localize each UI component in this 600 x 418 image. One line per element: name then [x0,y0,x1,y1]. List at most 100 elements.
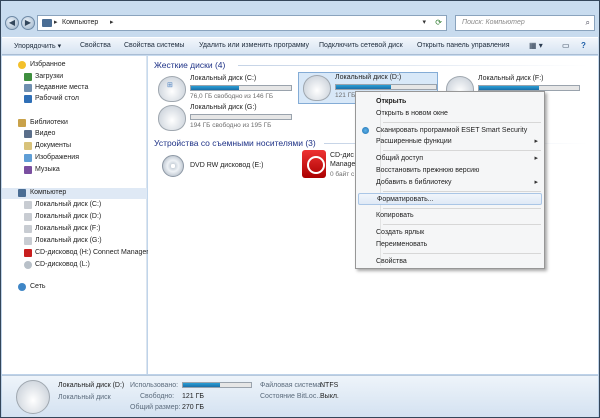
menu-add-to-library[interactable]: Добавить в библиотеку ▸ [358,177,542,189]
hard-disk-icon [158,105,186,131]
search-input[interactable]: Поиск: Компьютер ⌕ [455,15,595,31]
details-total-label: Общий размер: [130,404,181,411]
removable-group-header[interactable]: Устройства со съемными носителями (3) [154,138,316,148]
network-icon [18,283,26,291]
hdd-group-header[interactable]: Жесткие диски (4) [154,60,225,70]
properties-button[interactable]: Свойства [80,42,111,49]
address-bar[interactable]: ▸ Компьютер ▸ ▾ ⟳ [37,15,447,31]
search-icon[interactable]: ⌕ [586,18,590,28]
context-menu: Открыть Открыть в новом окне Сканировать… [355,91,545,269]
nav-disk-f[interactable]: Локальный диск (F:) [2,224,147,235]
menu-advanced[interactable]: Расширенные функции ▸ [358,136,542,148]
hard-disk-icon [16,380,50,414]
drive-c[interactable]: ⊞ Локальный диск (C:) 76,0 ГБ свободно и… [154,74,294,106]
details-used-label: Использовано: [130,382,179,389]
nav-disk-c[interactable]: Локальный диск (C:) [2,200,147,211]
menu-separator [383,150,541,151]
chevron-down-icon[interactable]: ▾ [422,18,426,26]
menu-create-shortcut[interactable]: Создать ярлык [358,227,542,239]
breadcrumb[interactable]: Компьютер [62,19,98,26]
nav-libraries[interactable]: Библиотеки [2,118,147,129]
nav-label: Локальный диск (D:) [35,213,102,220]
drive-usage-bar [335,84,437,90]
view-options-icon[interactable]: ▦ ▾ [529,41,543,50]
search-placeholder: Поиск: Компьютер [462,19,525,26]
system-properties-button[interactable]: Свойства системы [124,42,184,49]
drive-dvd-e[interactable]: DVD RW дисковод (E:) [154,152,294,184]
nav-label: Библиотеки [30,119,68,126]
nav-computer[interactable]: Компьютер [2,188,147,199]
nav-network[interactable]: Сеть [2,282,147,293]
nav-label: CD-дисковод (L:) [35,261,90,268]
usage-fill [336,85,391,89]
menu-open-new-window[interactable]: Открыть в новом окне [358,108,542,120]
downloads-icon [24,73,32,81]
drive-cd-h[interactable]: CD-дис Manage 0 байт с [298,150,358,182]
menu-label: Общий доступ [376,155,424,162]
command-bar: Упорядочить ▾ Свойства Свойства системы … [2,37,598,55]
menu-label: Копировать [376,212,414,219]
menu-restore-previous[interactable]: Восстановить прежнюю версию [358,165,542,177]
nav-label: Избранное [30,61,66,68]
drive-free-space: 194 ГБ свободно из 195 ГБ [190,122,272,129]
connect-manager-icon [24,249,32,257]
menu-open[interactable]: Открыть [358,96,542,108]
nav-label: Локальный диск (F:) [35,225,101,232]
nav-desktop[interactable]: Рабочий стол [2,94,147,105]
nav-label: Загрузки [35,73,64,80]
nav-cd-h[interactable]: CD-дисковод (H:) Connect Manager [2,248,149,259]
nav-label: Видео [35,130,56,137]
forward-button[interactable]: ▶ [21,16,35,30]
hard-disk-icon [24,213,32,221]
refresh-icon[interactable]: ⟳ [435,18,442,27]
menu-rename[interactable]: Переименовать [358,239,542,251]
drive-g[interactable]: Локальный диск (G:) 194 ГБ свободно из 1… [154,103,294,135]
drive-usage-bar [190,114,292,120]
nav-recent[interactable]: Недавние места [2,83,147,94]
nav-images[interactable]: Изображения [2,153,147,164]
drive-name: CD-дис [330,152,354,159]
menu-label: Открыть [376,98,407,105]
windows-logo-icon: ⊞ [167,82,173,89]
nav-downloads[interactable]: Загрузки [2,72,147,83]
menu-separator [383,224,541,225]
details-free-label: Свободно: [140,393,175,400]
menu-copy[interactable]: Копировать [358,210,542,222]
menu-properties[interactable]: Свойства [358,256,542,268]
preview-pane-icon[interactable]: ▭ [562,41,570,50]
nav-disk-d[interactable]: Локальный диск (D:) [2,212,147,223]
help-icon[interactable]: ? [581,41,586,50]
details-fs-value: NTFS [320,382,339,389]
menu-share[interactable]: Общий доступ ▸ [358,153,542,165]
details-usage-bar [182,382,252,388]
nav-cd-l[interactable]: CD-дисковод (L:) [2,260,147,271]
uninstall-program-button[interactable]: Удалить или изменить программу [199,42,309,49]
menu-label: Форматировать... [377,196,434,203]
navigation-pane: Избранное Загрузки Недавние места Рабочи… [2,56,149,374]
nav-disk-g[interactable]: Локальный диск (G:) [2,236,147,247]
nav-favorites[interactable]: Избранное [2,60,147,71]
drive-name: Manage [330,161,356,168]
menu-separator [383,208,541,209]
open-control-panel-button[interactable]: Открыть панель управления [417,42,510,49]
back-button[interactable]: ◀ [5,16,19,30]
menu-label: Переименовать [376,241,428,248]
drive-name: Локальный диск (C:) [190,75,257,82]
details-total-value: 270 ГБ [182,404,205,411]
menu-format[interactable]: Форматировать... [358,193,542,205]
details-pane: Локальный диск (D:) Локальный диск Испол… [2,375,598,417]
documents-icon [24,142,32,150]
usage-fill [479,86,539,90]
nav-documents[interactable]: Документы [2,141,147,152]
nav-music[interactable]: Музыка [2,165,147,176]
menu-label: Создать ярлык [376,229,425,236]
breadcrumb-chevron-icon[interactable]: ▸ [54,18,58,26]
address-row: ◀ ▶ ▸ Компьютер ▸ ▾ ⟳ Поиск: Компьютер ⌕ [5,15,595,33]
map-network-drive-button[interactable]: Подключить сетевой диск [319,42,403,49]
hard-disk-icon: ⊞ [158,76,186,102]
hard-disk-icon [303,75,331,101]
hard-disk-icon [24,201,32,209]
breadcrumb-chevron-icon[interactable]: ▸ [110,18,114,26]
nav-video[interactable]: Видео [2,129,147,140]
organize-button[interactable]: Упорядочить ▾ [14,42,61,50]
